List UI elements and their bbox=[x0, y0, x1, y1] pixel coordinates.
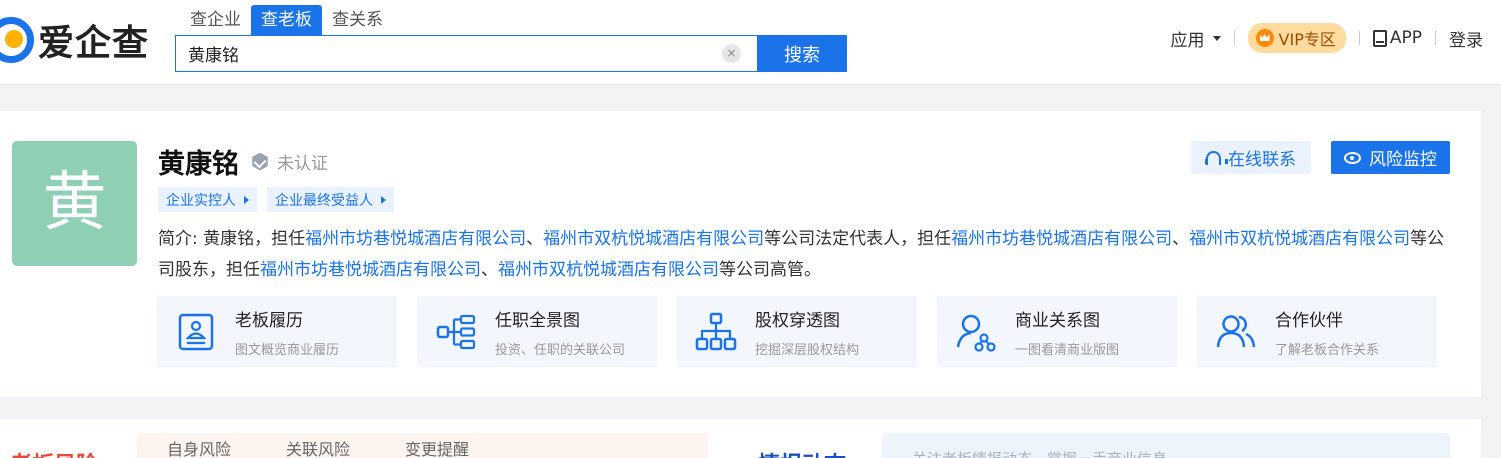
tab-company[interactable]: 查企业 bbox=[180, 5, 251, 35]
login-link[interactable]: 登录 bbox=[1449, 26, 1483, 51]
feature-subtitle: 投资、任职的关联公司 bbox=[495, 342, 626, 358]
divider bbox=[1233, 31, 1235, 45]
profile-bio: 简介: 黄康铭，担任福州市坊巷悦城酒店有限公司、福州市双杭悦城酒店有限公司等公司… bbox=[158, 224, 1448, 286]
feature-position-map[interactable]: 任职全景图 投资、任职的关联公司 bbox=[417, 296, 657, 367]
tab-relation[interactable]: 查关系 bbox=[322, 5, 393, 35]
org-chart-icon bbox=[695, 312, 737, 350]
clear-icon[interactable]: × bbox=[722, 44, 741, 63]
contact-label: 在线联系 bbox=[1228, 150, 1296, 170]
tag-label: 企业最终受益人 bbox=[275, 192, 373, 209]
role-tags: 企业实控人 企业最终受益人 bbox=[158, 187, 394, 212]
feature-text: 股权穿透图 挖掘深层股权结构 bbox=[755, 306, 859, 358]
feature-title: 老板履历 bbox=[235, 310, 303, 331]
feature-title: 合作伙伴 bbox=[1275, 310, 1343, 331]
headset-icon bbox=[1205, 150, 1228, 165]
header-nav: 应用 VIP专区 APP 登录 bbox=[1171, 22, 1483, 54]
bio-text: 等公司高管。 bbox=[719, 260, 821, 280]
tab-boss[interactable]: 查老板 bbox=[251, 5, 322, 35]
logo-text: 爱企查 bbox=[38, 23, 150, 64]
tab-change-alert[interactable]: 变更提醒 bbox=[405, 433, 469, 458]
feature-subtitle: 了解老板合作关系 bbox=[1275, 342, 1380, 358]
search-box: × 搜索 bbox=[175, 35, 847, 72]
logo[interactable]: 爱企查 bbox=[0, 14, 149, 66]
lower-section: 老板风险 自身风险 关联风险 变更提醒 情报动态 关注老板情报动态，掌握一手商业… bbox=[0, 419, 1481, 458]
app-label: APP bbox=[1389, 28, 1422, 48]
boss-risk-title: 老板风险 bbox=[10, 447, 98, 458]
caret-down-icon bbox=[1212, 35, 1221, 41]
feature-title: 股权穿透图 bbox=[755, 310, 840, 331]
feature-partners[interactable]: 合作伙伴 了解老板合作关系 bbox=[1197, 296, 1437, 367]
feature-equity-penetration[interactable]: 股权穿透图 挖掘深层股权结构 bbox=[677, 296, 917, 367]
intel-title: 情报动态 bbox=[758, 447, 846, 458]
company-link[interactable]: 福州市双杭悦城酒店有限公司 bbox=[543, 229, 764, 249]
feature-boss-resume[interactable]: 老板履历 图文概览商业履历 bbox=[157, 296, 397, 367]
bio-text: 等公司法定代表人，担任 bbox=[764, 229, 952, 249]
tag-label: 企业实控人 bbox=[166, 192, 236, 209]
feature-text: 老板履历 图文概览商业履历 bbox=[235, 306, 339, 358]
search-button[interactable]: 搜索 bbox=[757, 35, 847, 72]
bio-text: 、 bbox=[1172, 229, 1190, 249]
search-input[interactable] bbox=[175, 35, 757, 72]
name-row: 黄康铭 未认证 bbox=[158, 142, 328, 181]
company-link[interactable]: 福州市双杭悦城酒店有限公司 bbox=[498, 260, 719, 280]
company-link[interactable]: 福州市坊巷悦城酒店有限公司 bbox=[951, 229, 1172, 249]
bio-text: 、 bbox=[526, 229, 544, 249]
boss-profile-card: 黄 黄康铭 未认证 企业实控人 企业最终受益人 简介: 黄康铭，担任福州市坊巷悦… bbox=[0, 111, 1481, 397]
tab-self-risk[interactable]: 自身风险 bbox=[167, 433, 231, 458]
verified-shield-icon bbox=[252, 152, 268, 171]
app-download-link[interactable]: APP bbox=[1372, 28, 1422, 48]
person-name: 黄康铭 bbox=[158, 149, 239, 180]
tab-related-risk[interactable]: 关联风险 bbox=[286, 433, 350, 458]
crown-icon bbox=[1255, 29, 1274, 47]
bio-text: 黄康铭，担任 bbox=[203, 229, 306, 249]
risk-tabs: 自身风险 关联风险 变更提醒 bbox=[137, 433, 708, 458]
feature-subtitle: 一图看清商业版图 bbox=[1015, 342, 1120, 358]
vip-label: VIP专区 bbox=[1278, 30, 1336, 49]
top-header: 爱企查 查企业 查老板 查关系 × 搜索 应用 VIP专区 APP 登录 bbox=[0, 0, 1501, 85]
company-link[interactable]: 福州市坊巷悦城酒店有限公司 bbox=[305, 229, 526, 249]
search-type-tabs: 查企业 查老板 查关系 bbox=[180, 5, 393, 35]
partners-icon bbox=[1216, 314, 1256, 347]
divider bbox=[1358, 31, 1360, 45]
avatar: 黄 bbox=[12, 141, 137, 266]
feature-text: 商业关系图 一图看清商业版图 bbox=[1015, 306, 1119, 358]
feature-title: 任职全景图 bbox=[495, 310, 580, 331]
tree-icon bbox=[436, 314, 476, 349]
bio-prefix: 简介: bbox=[158, 229, 204, 249]
caret-right-icon bbox=[381, 195, 386, 204]
feature-text: 合作伙伴 了解老板合作关系 bbox=[1275, 306, 1379, 358]
logo-mark-icon bbox=[0, 17, 34, 63]
company-link[interactable]: 福州市坊巷悦城酒店有限公司 bbox=[260, 260, 481, 280]
vip-button[interactable]: VIP专区 bbox=[1247, 23, 1346, 53]
bio-text: 、 bbox=[481, 260, 498, 280]
verify-status: 未认证 bbox=[277, 154, 328, 174]
mobile-app-icon bbox=[1372, 29, 1387, 47]
caret-right-icon bbox=[244, 195, 249, 204]
tag-actual-controller[interactable]: 企业实控人 bbox=[158, 187, 257, 212]
online-contact-button[interactable]: 在线联系 bbox=[1191, 141, 1311, 174]
feature-title: 商业关系图 bbox=[1015, 310, 1100, 331]
company-link[interactable]: 福州市双杭悦城酒店有限公司 bbox=[1189, 229, 1410, 249]
feature-subtitle: 图文概览商业履历 bbox=[235, 342, 340, 358]
divider bbox=[1435, 31, 1436, 45]
eye-icon bbox=[1344, 151, 1361, 164]
intel-feed-box[interactable]: 关注老板情报动态，掌握一手商业信息 bbox=[882, 433, 1450, 458]
resume-icon bbox=[178, 313, 214, 350]
network-icon bbox=[956, 314, 996, 352]
feature-subtitle: 挖掘深层股权结构 bbox=[755, 342, 860, 358]
apps-menu-label: 应用 bbox=[1170, 30, 1205, 51]
feature-text: 任职全景图 投资、任职的关联公司 bbox=[495, 306, 625, 358]
tag-ultimate-beneficiary[interactable]: 企业最终受益人 bbox=[267, 187, 394, 212]
monitor-label: 风险监控 bbox=[1369, 150, 1437, 170]
feature-cards: 老板履历 图文概览商业履历 任职全景图 投资、任职的关联公司 股权穿透图 挖掘深… bbox=[157, 296, 1437, 367]
risk-monitor-button[interactable]: 风险监控 bbox=[1331, 141, 1450, 174]
feature-business-relation[interactable]: 商业关系图 一图看清商业版图 bbox=[937, 296, 1177, 367]
apps-menu[interactable]: 应用 bbox=[1171, 26, 1221, 51]
